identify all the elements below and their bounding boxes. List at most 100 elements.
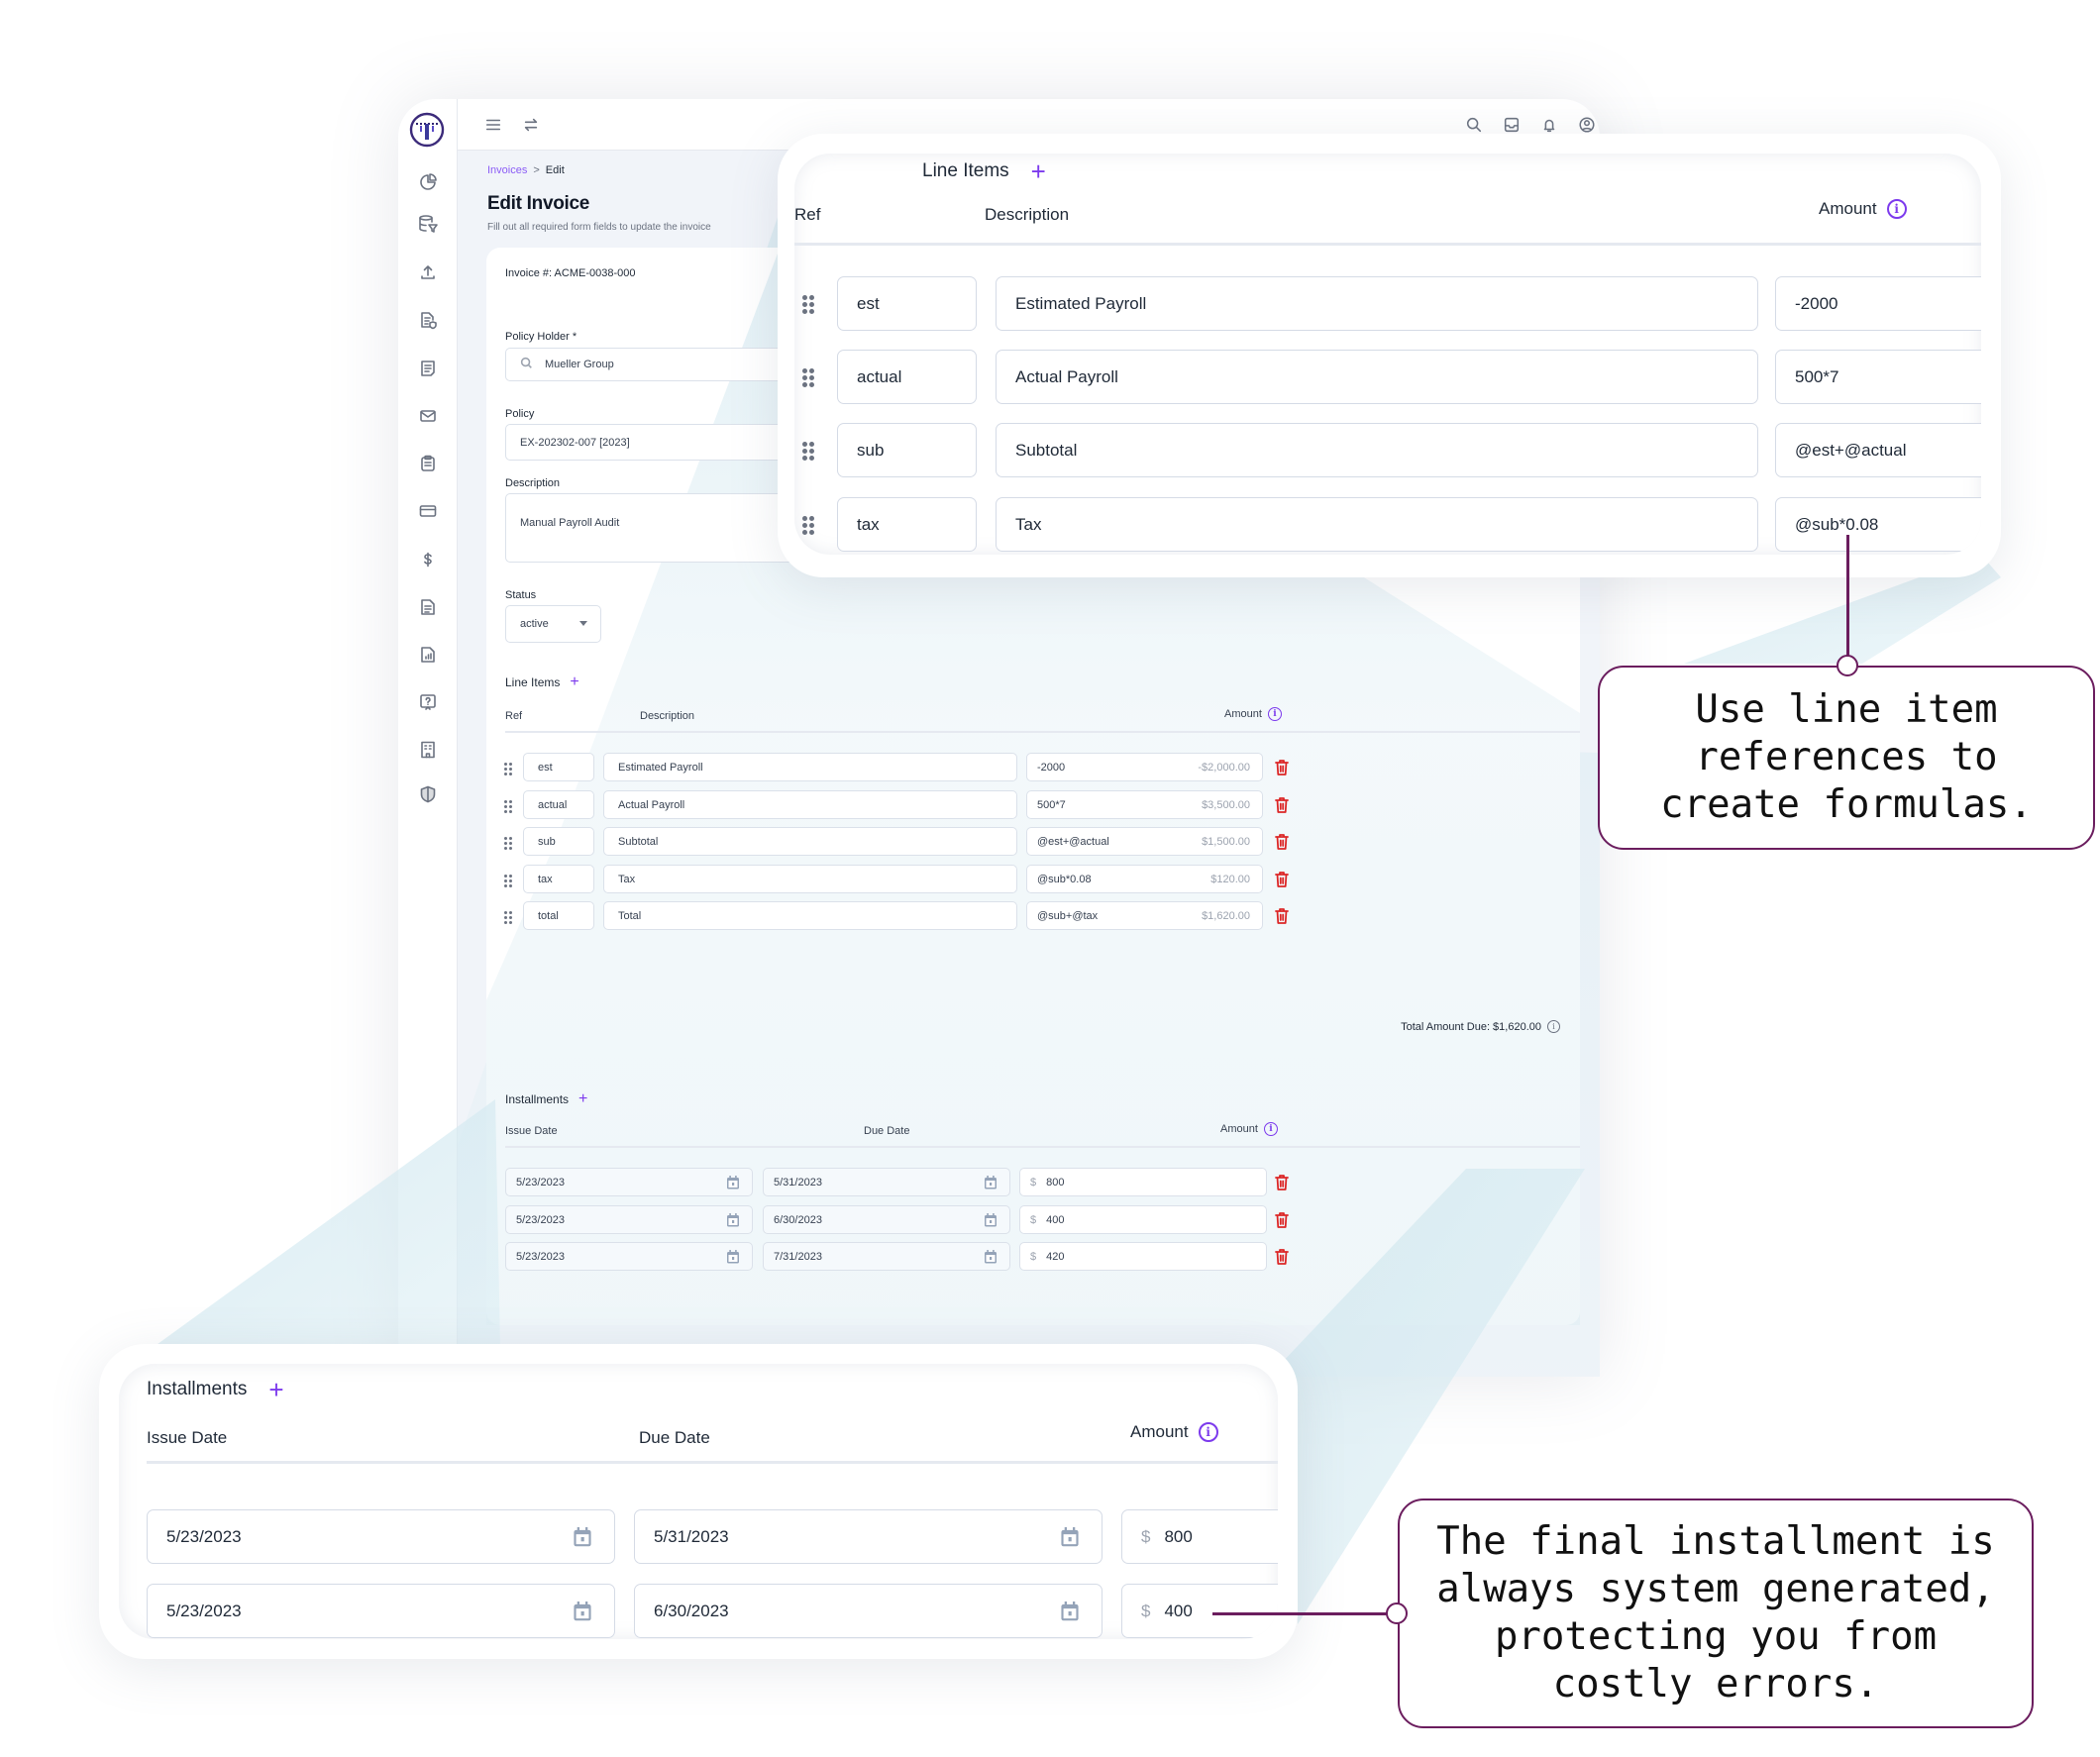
sidebar-item-clipboard-list[interactable] xyxy=(398,449,458,478)
installment-amount-input[interactable]: $800 xyxy=(1019,1168,1267,1196)
logo-icon[interactable] xyxy=(409,112,445,148)
line-item-ref-input[interactable]: est xyxy=(523,753,594,781)
drag-handle-icon[interactable] xyxy=(504,837,514,851)
delete-installment-button[interactable] xyxy=(1274,1211,1290,1229)
delete-line-item-button[interactable] xyxy=(1274,871,1290,888)
zoom-line-item-ref-input[interactable]: tax xyxy=(837,497,977,552)
line-item-ref-input[interactable]: total xyxy=(523,901,594,930)
zoom-installment-issue-date-input[interactable]: 5/23/2023 xyxy=(147,1509,615,1564)
zoom-installment-due-date-input[interactable]: 5/31/2023 xyxy=(634,1509,1102,1564)
calendar-icon[interactable] xyxy=(1060,1526,1080,1548)
delete-line-item-button[interactable] xyxy=(1274,759,1290,776)
installment-amount-input[interactable]: $400 xyxy=(1019,1205,1267,1234)
zoom-installment-amount-input[interactable]: $800 xyxy=(1121,1509,1278,1564)
line-item-description-input[interactable]: Total xyxy=(603,901,1017,930)
sidebar-item-document-data[interactable] xyxy=(398,354,458,383)
status-select[interactable]: active xyxy=(505,605,601,643)
delete-line-item-button[interactable] xyxy=(1274,833,1290,851)
add-installment-button[interactable]: + xyxy=(578,1091,587,1107)
installment-issue-date-input[interactable]: 5/23/2023 xyxy=(505,1168,753,1196)
zoom-line-item-description-input[interactable]: Estimated Payroll xyxy=(996,276,1758,331)
delete-installment-button[interactable] xyxy=(1274,1248,1290,1266)
installment-due-date-input[interactable]: 6/30/2023 xyxy=(763,1205,1010,1234)
sidebar-item-credit-card[interactable] xyxy=(398,496,458,526)
drag-dot xyxy=(509,884,512,887)
sidebar-item-dollar[interactable] xyxy=(398,545,458,574)
calendar-icon[interactable] xyxy=(984,1212,998,1227)
calendar-icon[interactable] xyxy=(573,1601,592,1622)
sidebar-item-upload[interactable] xyxy=(398,258,458,287)
sidebar-item-document[interactable] xyxy=(398,592,458,622)
zoom-line-item-ref-input[interactable]: actual xyxy=(837,350,977,404)
zoom-line-item-ref-input[interactable]: sub xyxy=(837,423,977,477)
calendar-icon[interactable] xyxy=(726,1175,740,1189)
line-item-amount-input[interactable]: @sub+@tax $1,620.00 xyxy=(1026,901,1263,930)
calendar-icon[interactable] xyxy=(984,1249,998,1264)
calendar-icon[interactable] xyxy=(726,1212,740,1227)
zoom-add-line-item-button[interactable]: + xyxy=(1031,158,1046,184)
calendar-icon[interactable] xyxy=(984,1175,998,1189)
drag-handle-icon[interactable] xyxy=(802,295,816,315)
info-icon[interactable]: i xyxy=(1198,1422,1218,1442)
installment-due-date-input[interactable]: 5/31/2023 xyxy=(763,1168,1010,1196)
line-item-description-input[interactable]: Tax xyxy=(603,865,1017,893)
delete-installment-button[interactable] xyxy=(1274,1174,1290,1191)
info-icon[interactable]: i xyxy=(1547,1020,1560,1033)
installment-issue-date-input[interactable]: 5/23/2023 xyxy=(505,1205,753,1234)
sidebar-item-shield[interactable] xyxy=(398,779,458,809)
drag-handle-icon[interactable] xyxy=(802,442,816,462)
installment-issue-date-input[interactable]: 5/23/2023 xyxy=(505,1242,753,1271)
zoom-installment-amount-input[interactable]: $400 xyxy=(1121,1584,1278,1638)
drag-handle-icon[interactable] xyxy=(504,875,514,888)
delete-line-item-button[interactable] xyxy=(1274,796,1290,814)
line-item-ref-input[interactable]: actual xyxy=(523,790,594,819)
zoom-installment-due-date-input[interactable]: 6/30/2023 xyxy=(634,1584,1102,1638)
info-icon[interactable]: i xyxy=(1267,707,1282,721)
delete-line-item-button[interactable] xyxy=(1274,907,1290,925)
zoom-installment-issue-date-input[interactable]: 5/23/2023 xyxy=(147,1584,615,1638)
zoom-line-item-amount-input[interactable]: -2000 xyxy=(1775,276,1981,331)
calendar-icon[interactable] xyxy=(726,1249,740,1264)
zoom-line-item-ref-input[interactable]: est xyxy=(837,276,977,331)
sidebar-item-report[interactable] xyxy=(398,640,458,670)
zoom-line-item-amount-input[interactable]: @sub*0.08 xyxy=(1775,497,1981,552)
zoom-add-installment-button[interactable]: + xyxy=(268,1377,283,1402)
calendar-icon[interactable] xyxy=(573,1526,592,1548)
drag-handle-icon[interactable] xyxy=(802,516,816,536)
zoom-line-item-amount-input[interactable]: 500*7 xyxy=(1775,350,1981,404)
zoom-line-item-description-input[interactable]: Subtotal xyxy=(996,423,1758,477)
line-item-amount-input[interactable]: @sub*0.08 $120.00 xyxy=(1026,865,1263,893)
line-item-amount-input[interactable]: @est+@actual $1,500.00 xyxy=(1026,827,1263,856)
sidebar-item-help[interactable] xyxy=(398,687,458,717)
drag-handle-icon[interactable] xyxy=(504,911,514,925)
drag-handle-icon[interactable] xyxy=(504,763,514,776)
line-item-ref-input[interactable]: tax xyxy=(523,865,594,893)
zoom-line-item-amount-input[interactable]: @est+@actual xyxy=(1775,423,1981,477)
sidebar-item-document-shield[interactable] xyxy=(398,305,458,335)
drag-handle-icon[interactable] xyxy=(504,800,514,814)
zoom-line-item-description-input[interactable]: Tax xyxy=(996,497,1758,552)
installment-due-date-input[interactable]: 7/31/2023 xyxy=(763,1242,1010,1271)
line-item-description-input[interactable]: Estimated Payroll xyxy=(603,753,1017,781)
sidebar-item-dashboard-pie[interactable] xyxy=(398,167,458,197)
sidebar-item-database-filter[interactable] xyxy=(398,209,458,239)
swap-icon[interactable] xyxy=(519,113,543,137)
zoom-line-item-description-input[interactable]: Actual Payroll xyxy=(996,350,1758,404)
drag-handle-icon[interactable] xyxy=(802,368,816,388)
line-item-ref-input[interactable]: sub xyxy=(523,827,594,856)
line-item-amount-input[interactable]: 500*7 $3,500.00 xyxy=(1026,790,1263,819)
add-line-item-button[interactable]: + xyxy=(570,674,578,690)
line-item-amount-input[interactable]: -2000 -$2,000.00 xyxy=(1026,753,1263,781)
info-icon[interactable]: i xyxy=(1263,1122,1278,1136)
breadcrumb-invoices-link[interactable]: Invoices xyxy=(487,164,527,176)
description-value: Manual Payroll Audit xyxy=(520,517,620,529)
installment-amount-input[interactable]: $420 xyxy=(1019,1242,1267,1271)
line-item-description-input[interactable]: Subtotal xyxy=(603,827,1017,856)
field-value: Tax xyxy=(618,873,636,885)
line-item-description-input[interactable]: Actual Payroll xyxy=(603,790,1017,819)
sidebar-item-building[interactable] xyxy=(398,735,458,765)
menu-icon[interactable] xyxy=(481,113,505,137)
info-icon[interactable]: i xyxy=(1886,199,1907,219)
sidebar-item-mail[interactable] xyxy=(398,401,458,431)
calendar-icon[interactable] xyxy=(1060,1601,1080,1622)
